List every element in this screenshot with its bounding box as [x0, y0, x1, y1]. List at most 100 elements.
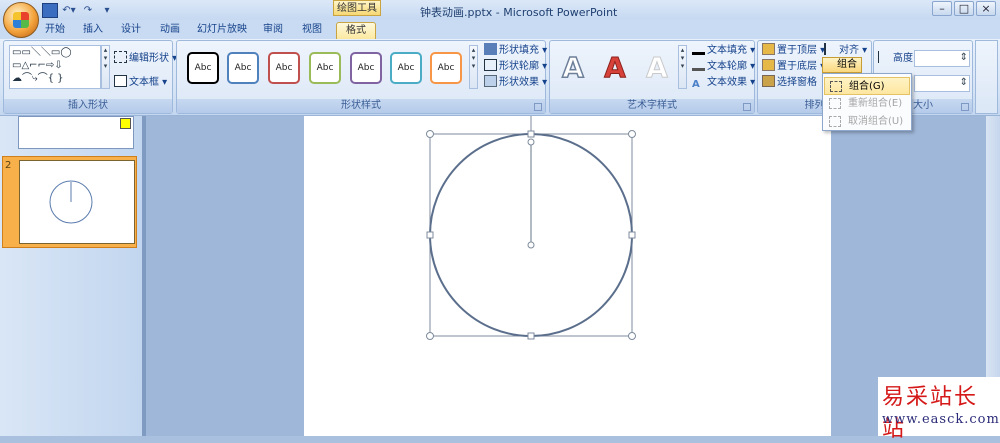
group-label: 艺术字样式 — [550, 99, 754, 113]
group-label: 形状样式 — [177, 99, 545, 113]
wordart-scroll[interactable]: ▴ ▾ ▾ — [678, 45, 687, 89]
clock-drawing — [426, 116, 636, 340]
slides-panel: 2 — [0, 116, 142, 436]
edit-shape-button[interactable]: 编辑形状 ▾ — [112, 51, 177, 67]
shape-styles-scroll[interactable]: ▴ ▾ ▾ — [469, 45, 478, 89]
tab-format[interactable]: 格式 — [336, 22, 376, 39]
redo-icon[interactable]: ↷ — [80, 3, 96, 18]
menu-item-group[interactable]: 组合(G) — [824, 77, 910, 95]
shape-style-swatch[interactable]: Abc — [390, 52, 422, 84]
tab-home[interactable]: 开始 — [40, 22, 70, 39]
regroup-icon — [829, 98, 841, 109]
text-effects-icon: A — [692, 79, 700, 90]
resize-handle — [527, 130, 535, 138]
menu-item-label: 取消组合(U) — [848, 116, 904, 127]
watermark: 易采站长站 www.easck.com — [878, 377, 1000, 442]
selection-pane-button[interactable]: 选择窗格 — [760, 75, 817, 91]
height-label-wrap: 高度: — [876, 51, 916, 67]
tab-review[interactable]: 审阅 — [258, 22, 288, 39]
dialog-launcher-icon[interactable] — [743, 103, 751, 111]
minimize-button[interactable]: – — [932, 1, 952, 16]
resize-handle — [628, 231, 636, 239]
slide-editor-area — [146, 116, 986, 436]
slide-thumbnail[interactable] — [18, 116, 134, 149]
text-effects-label: 文本效果 — [707, 77, 747, 88]
wordart-style-red[interactable]: A — [598, 50, 632, 86]
title-bar: ↶▾ ↷ ▾ 绘图工具 钟表动画.pptx - Microsoft PowerP… — [0, 0, 1000, 38]
watermark-title: 易采站长站 — [882, 385, 979, 442]
bring-to-front-label: 置于顶层 — [777, 45, 817, 56]
align-label: 对齐 — [839, 45, 859, 56]
send-to-back-button[interactable]: 置于底层 ▾ — [760, 59, 825, 75]
maximize-button[interactable]: □ — [954, 1, 974, 16]
text-outline-label: 文本轮廓 — [707, 61, 747, 72]
edit-shape-icon — [114, 51, 127, 63]
tab-insert[interactable]: 插入 — [78, 22, 108, 39]
tab-slideshow[interactable]: 幻灯片放映 — [196, 22, 248, 39]
text-fill-button[interactable]: 文本填充 ▾ — [690, 43, 755, 59]
office-button[interactable] — [3, 2, 39, 38]
resize-handle — [426, 231, 434, 239]
tab-design[interactable]: 设计 — [116, 22, 146, 39]
text-outline-icon — [692, 59, 705, 71]
slide-number: 2 — [5, 160, 12, 171]
close-button[interactable]: × — [976, 1, 996, 16]
text-outline-button[interactable]: 文本轮廓 ▾ — [690, 59, 755, 75]
watermark-url: www.easck.com — [882, 412, 1000, 427]
ungroup-icon — [829, 116, 841, 127]
edit-shape-label: 编辑形状 — [129, 53, 169, 64]
slide-thumbnail-content — [19, 160, 135, 244]
group-button-label: 组合 — [837, 59, 857, 70]
text-box-button[interactable]: 文本框 ▾ — [112, 75, 167, 91]
group-button[interactable]: 组合 ▾ — [822, 57, 862, 84]
ribbon-overflow — [975, 40, 998, 114]
resize-handle — [426, 332, 434, 340]
save-icon[interactable] — [42, 3, 58, 18]
ribbon-tabs: 开始 插入 设计 动画 幻灯片放映 审阅 视图 格式 — [0, 20, 1000, 39]
shape-fill-button[interactable]: 形状填充 ▾ — [482, 43, 547, 59]
slide-thumbnail-shape — [120, 118, 131, 129]
resize-handle — [426, 130, 434, 138]
width-input[interactable] — [914, 75, 970, 92]
height-icon — [878, 51, 891, 63]
group-label: 插入形状 — [4, 99, 172, 113]
text-effects-button[interactable]: A 文本效果 ▾ — [690, 75, 755, 91]
bring-to-front-button[interactable]: 置于顶层 ▾ — [760, 43, 825, 59]
send-to-back-icon — [762, 59, 775, 71]
shapes-gallery-scroll[interactable]: ▴ ▾ ▾ — [101, 45, 110, 89]
shape-style-swatch[interactable]: Abc — [309, 52, 341, 84]
tab-animations[interactable]: 动画 — [155, 22, 185, 39]
shape-style-swatch[interactable]: Abc — [268, 52, 300, 84]
shape-fill-label: 形状填充 — [499, 45, 539, 56]
tab-view[interactable]: 视图 — [297, 22, 327, 39]
shapes-gallery[interactable]: ▭▭＼＼▭◯ ▭△⌐⌐⇨⇩ ☁⌒⤷⌒{ } — [9, 45, 101, 89]
slide-thumbnail-selected[interactable]: 2 — [2, 156, 137, 248]
undo-icon[interactable]: ↶▾ — [61, 3, 77, 18]
shape-effects-button[interactable]: 形状效果 ▾ — [482, 75, 547, 91]
group-icon — [830, 81, 842, 92]
height-label: 高度: — [893, 53, 917, 64]
wordart-style-light[interactable]: A — [640, 50, 674, 86]
shape-outline-button[interactable]: 形状轮廓 ▾ — [482, 59, 547, 75]
dialog-launcher-icon[interactable] — [961, 103, 969, 111]
slide-canvas[interactable] — [304, 116, 831, 436]
clock-thumbnail-icon — [49, 180, 93, 224]
shape-effects-icon — [484, 75, 497, 87]
shape-style-swatch[interactable]: Abc — [187, 52, 219, 84]
shape-style-swatch[interactable]: Abc — [430, 52, 462, 84]
resize-handle — [628, 332, 636, 340]
hand-handle — [527, 138, 535, 146]
height-input[interactable] — [914, 50, 970, 67]
hand-handle — [527, 241, 535, 249]
group-insert-shapes: ▭▭＼＼▭◯ ▭△⌐⌐⇨⇩ ☁⌒⤷⌒{ } ▴ ▾ ▾ 编辑形状 ▾ 文本框 ▾ 插… — [3, 40, 177, 114]
shape-style-swatch[interactable]: Abc — [350, 52, 382, 84]
shape-style-swatch[interactable]: Abc — [227, 52, 259, 84]
text-fill-label: 文本填充 — [707, 45, 747, 56]
wordart-style-outline[interactable]: A — [556, 50, 590, 86]
text-box-label: 文本框 — [129, 77, 159, 88]
menu-item-regroup[interactable]: 重新组合(E) — [824, 95, 910, 113]
dialog-launcher-icon[interactable] — [534, 103, 542, 111]
menu-item-ungroup[interactable]: 取消组合(U) — [824, 113, 910, 131]
text-fill-icon — [692, 43, 705, 55]
customize-qat-icon[interactable]: ▾ — [99, 3, 115, 18]
